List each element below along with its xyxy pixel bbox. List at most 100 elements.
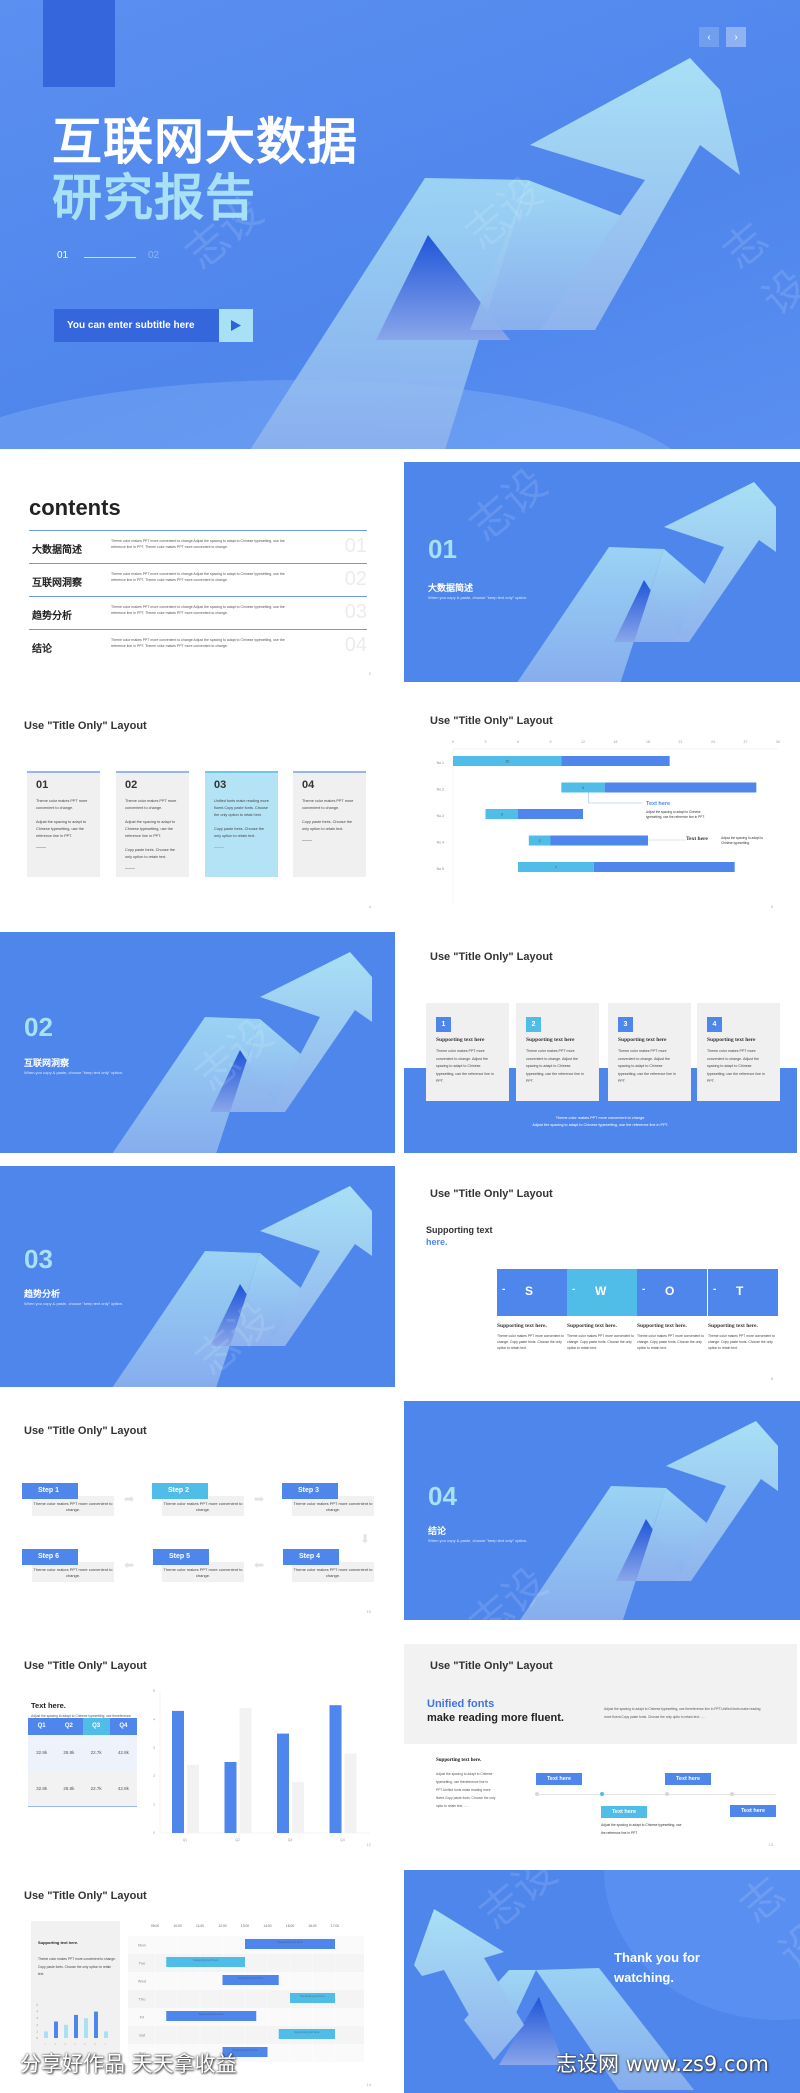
swot-cell-o[interactable]: -O: [637, 1269, 707, 1316]
swot-cell-t[interactable]: -T: [708, 1269, 778, 1316]
support-card: 2 Supporting text here Theme color makes…: [516, 1003, 599, 1101]
bar-series1: [172, 1710, 184, 1833]
table-cell: 22.7k: [90, 1750, 102, 1755]
swot-cell-w[interactable]: -W: [567, 1269, 637, 1316]
side-title: Supporting text here.: [436, 1758, 482, 1763]
play-button[interactable]: [219, 309, 253, 342]
card-text: Copy paste fonts. Choose the only option…: [302, 820, 353, 831]
timeline-dot[interactable]: [535, 1792, 539, 1796]
card-divider: [214, 847, 224, 848]
contents-item[interactable]: 互联网洞察 Theme color makes PPT more conveni…: [29, 563, 367, 596]
step-label[interactable]: Step 1: [22, 1483, 78, 1499]
slide-title: Use "Title Only" Layout: [430, 951, 553, 963]
timeline-tag[interactable]: Text here: [601, 1806, 647, 1818]
cover-title-line2: 研究报告: [52, 169, 256, 227]
day-label: Wed: [138, 1979, 146, 1984]
mini-bar: [64, 2024, 68, 2038]
day-label: Sat: [139, 2033, 146, 2038]
card-badge: 2: [526, 1017, 541, 1032]
contents-item-title: 互联网洞察: [32, 578, 82, 589]
contents-item-number: 01: [344, 535, 367, 557]
swot-letter: W: [595, 1284, 607, 1298]
contents-item[interactable]: 大数据简述 Theme color makes PPT more conveni…: [29, 530, 367, 563]
swot-col-text: Theme color makes PPT more convenient to…: [708, 1334, 776, 1350]
mini-bar: [104, 2031, 108, 2038]
contents-item-desc: Theme color makes PPT more convenient to…: [111, 605, 285, 615]
timeline-tag[interactable]: Text here: [665, 1773, 711, 1785]
thank-you-line: Thank you for: [614, 1950, 700, 1965]
table-cell: 28.8k: [63, 1750, 75, 1755]
swot-col-text: Theme color makes PPT more convenient to…: [567, 1334, 635, 1350]
y-tick-label: 3: [36, 2016, 38, 2020]
bar-series2: [239, 1708, 252, 1833]
card-title: Supporting text here: [618, 1037, 667, 1043]
step-label[interactable]: Step 4: [283, 1549, 339, 1565]
card-badge: 4: [707, 1017, 722, 1032]
quarterly-bar-chart: 0 1 2 3 4 5 Q1 Q2 Q3 Q4: [153, 1689, 370, 1842]
step-label[interactable]: Step 2: [152, 1483, 208, 1499]
swot-col-title: Supporting text here.: [497, 1323, 547, 1329]
dash: -: [713, 1284, 717, 1295]
page-indicator-next[interactable]: 02: [148, 250, 159, 261]
band-text-line: Adjust the spacing to adapt to Chinese t…: [532, 1123, 669, 1127]
timeline-tag[interactable]: Text here: [730, 1805, 776, 1817]
section-slide-01: 志设 01 大数据简述 When you copy & paste, choos…: [404, 462, 800, 682]
section-slide-03: 志设 03 趋势分析 When you copy & paste, choose…: [0, 1166, 395, 1387]
subtitle-button[interactable]: You can enter subtitle here: [54, 309, 219, 342]
section-number: 02: [24, 1012, 53, 1042]
card-text: Theme color makes PPT more convenient to…: [707, 1049, 765, 1083]
section-desc: When you copy & paste, choose "keep text…: [428, 595, 528, 600]
play-icon: [231, 320, 241, 331]
prev-slide-button[interactable]: ‹: [699, 27, 719, 47]
info-card-highlighted: 03 Unified fonts make reading more fluen…: [205, 771, 278, 877]
timeline-dot[interactable]: [665, 1792, 669, 1796]
arrow-left-icon: ⬅: [124, 1558, 135, 1572]
rising-arrow-graphic: [112, 952, 372, 1153]
contents-item-number: 02: [344, 568, 367, 590]
swot-col-title: Supporting text here.: [637, 1323, 687, 1329]
step-label[interactable]: Step 6: [22, 1549, 78, 1565]
timeline-dot[interactable]: [730, 1792, 734, 1796]
event-label: Supporting text here: [300, 1994, 326, 1998]
slide-title: Use "Title Only" Layout: [24, 1660, 147, 1672]
timeline-tag[interactable]: Text here: [536, 1773, 582, 1785]
contents-item[interactable]: 趋势分析 Theme color makes PPT more convenie…: [29, 596, 367, 629]
rising-arrow-graphic: [517, 482, 776, 682]
x-tick-label: 3: [64, 2042, 67, 2046]
day-label: Fri: [140, 2015, 145, 2020]
y-tick-label: 1: [36, 2029, 38, 2033]
card-text: Adjust the spacing to adapt to Chinese t…: [36, 820, 87, 838]
page-number: 13: [768, 1842, 773, 1847]
card-number: 03: [214, 779, 227, 791]
swot-cell-s[interactable]: -S: [497, 1269, 567, 1316]
section-title: 趋势分析: [24, 1290, 61, 1300]
gantt-chart: 0 3 6 9 12 15 18 21 24 27 30No.1 10No.2 4No.3 3No.4 2N…: [437, 740, 780, 905]
highlight-title: Unified fonts: [427, 1698, 495, 1710]
section-title: 大数据简述: [428, 584, 474, 594]
page-number: 14: [366, 2082, 371, 2087]
swot-col-text: Theme color makes PPT more convenient to…: [497, 1334, 565, 1350]
callout-text: Adjust the spacing to adapt to Chinese t…: [721, 836, 763, 845]
gantt-bar-remaining: [550, 835, 648, 846]
timeline-dot-active[interactable]: [600, 1792, 604, 1796]
x-tick-label: 30: [776, 740, 780, 744]
page-indicator-line: [84, 257, 136, 258]
weekly-schedule: MonTueWedThuFriSatSun09:00 10:00 11:00 12:0…: [128, 1924, 364, 2062]
slide-title: Use "Title Only" Layout: [24, 1425, 147, 1437]
section-title: 互联网洞察: [24, 1059, 70, 1069]
section-number: 01: [428, 534, 457, 564]
next-slide-button[interactable]: ›: [726, 27, 746, 47]
section-number: 04: [428, 1481, 457, 1511]
cover-slide: 志设 志设 志设 互联网大数据 研究报告 01 02 You can enter…: [0, 0, 800, 449]
slide-title: Use "Title Only" Layout: [430, 1660, 553, 1672]
y-tick-label: 0: [36, 2036, 38, 2040]
bar-chart-slide: Use "Title Only" Layout Text here. Adjus…: [0, 1628, 395, 1853]
card-text: Theme color makes PPT more convenient to…: [436, 1049, 494, 1083]
step-label[interactable]: Step 5: [153, 1549, 209, 1565]
bar-series1: [329, 1705, 342, 1833]
table-header: Q1 Q2 Q3 Q4: [28, 1718, 137, 1735]
callout-title: Text here: [686, 836, 708, 842]
info-card: 01 Theme color makes PPT more convenient…: [27, 771, 100, 877]
step-label[interactable]: Step 3: [282, 1483, 338, 1499]
contents-item[interactable]: 结论 Theme color makes PPT more convenient…: [29, 629, 367, 662]
